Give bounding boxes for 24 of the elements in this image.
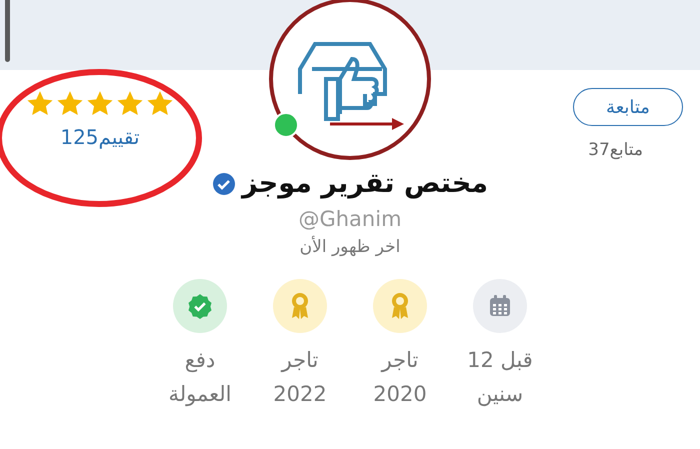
profile-name: مختص تقرير موجز <box>242 168 488 199</box>
edge-bar <box>5 0 10 62</box>
check-badge-icon <box>187 293 213 319</box>
badge-label: 2020 <box>373 381 427 408</box>
medal-icon <box>289 292 311 320</box>
followers-count[interactable]: 37متابع <box>588 140 643 160</box>
last-seen: اخر ظهور الأن <box>300 237 400 257</box>
star-icon <box>56 90 84 117</box>
follow-button[interactable]: متابعة <box>573 88 683 126</box>
profile-handle: @Ghanim <box>298 207 402 231</box>
badge-label: قبل 12 <box>467 347 533 374</box>
badge-label: 2022 <box>273 381 327 408</box>
calendar-icon <box>488 294 512 318</box>
badge-label: العمولة <box>168 381 232 408</box>
star-icon <box>116 90 144 117</box>
star-icon <box>26 90 54 117</box>
badge-label: تاجر <box>382 347 418 374</box>
badge-label: دفع <box>184 347 216 374</box>
rating-count[interactable]: 125تقييم <box>60 125 140 149</box>
medal-icon <box>389 292 411 320</box>
badge-label: تاجر <box>282 347 318 374</box>
star-icon <box>146 90 174 117</box>
star-icon <box>86 90 114 117</box>
badge-label: سنين <box>476 381 524 408</box>
